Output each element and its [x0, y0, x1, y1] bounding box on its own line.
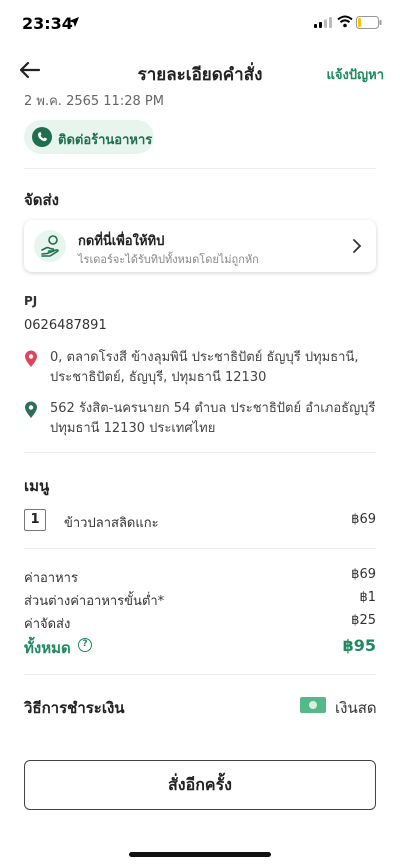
cash-icon: [300, 697, 326, 713]
order-date: 2 พ.ค. 2565 11:28 PM: [24, 94, 164, 109]
home-indicator[interactable]: [129, 852, 271, 857]
divider: [24, 452, 376, 453]
help-circle-icon[interactable]: ?: [78, 638, 92, 652]
pickup-address: 0, ตลาดโรงสี ข้างลุมพินี ประชาธิปัตย์ ธั…: [24, 348, 376, 388]
status-bar: 23:34: [0, 0, 400, 44]
tip-title: กดที่นี่เพื่อให้ทิป: [78, 234, 165, 249]
payment-method-label: วิธีการชำระเงิน: [24, 699, 125, 717]
min-order-diff-value: ฿1: [359, 590, 376, 605]
tip-subtitle: ไรเดอร์จะได้รับทิปทั้งหมดโดยไม่ถูกหัก: [78, 253, 259, 266]
phone-icon: [32, 127, 52, 147]
tip-hand-coin-icon: [34, 230, 66, 262]
dropoff-address-line1: 562 รังสิต-นครนายก 54 ตำบล ประชาธิปัตย์ …: [50, 401, 376, 416]
battery-icon: [356, 16, 382, 29]
reorder-button[interactable]: สั่งอีกครั้ง: [24, 760, 376, 810]
delivery-section-title: จัดส่ง: [24, 191, 60, 209]
status-time: 23:34: [22, 14, 73, 33]
report-problem-link[interactable]: แจ้งปัญหา: [326, 64, 384, 85]
food-cost-label: ค่าอาหาร: [24, 571, 78, 586]
dropoff-pin-icon: [25, 401, 37, 418]
delivery-fee-value: ฿25: [351, 613, 376, 628]
location-arrow-icon: [69, 17, 79, 27]
item-price: ฿69: [351, 512, 376, 527]
min-order-diff-row: ส่วนต่างค่าอาหารขั้นต่ำ* ฿1: [24, 590, 376, 610]
payment-method-value: เงินสด: [335, 699, 377, 717]
food-cost-value: ฿69: [351, 567, 376, 582]
divider: [24, 674, 376, 675]
divider: [24, 168, 376, 169]
wifi-icon: [337, 15, 353, 28]
dropoff-address-line2: ปทุมธานี 12130 ประเทศไทย: [50, 421, 216, 436]
dropoff-address: 562 รังสิต-นครนายก 54 ตำบล ประชาธิปัตย์ …: [24, 399, 376, 439]
menu-section-title: เมนู: [24, 477, 50, 495]
delivery-fee-row: ค่าจัดส่ง ฿25: [24, 613, 376, 633]
item-name: ข้าวปลาสลิดแกะ: [64, 516, 159, 531]
chevron-right-icon: [353, 239, 362, 253]
customer-name: PJ: [24, 294, 38, 308]
pickup-address-line2: ประชาธิปัตย์, ธัญบุรี, ปทุมธานี 12130: [50, 370, 267, 385]
contact-restaurant-label: ติดต่อร้านอาหาร: [58, 133, 153, 148]
total-value: ฿95: [342, 636, 376, 655]
top-nav: รายละเอียดคำสั่ง แจ้งปัญหา: [0, 52, 400, 92]
item-quantity: 1: [24, 509, 46, 531]
tip-rider-card[interactable]: กดที่นี่เพื่อให้ทิป ไรเดอร์จะได้รับทิปทั…: [24, 220, 376, 272]
divider: [24, 548, 376, 549]
contact-restaurant-button[interactable]: ติดต่อร้านอาหาร: [24, 120, 154, 154]
pickup-address-line1: 0, ตลาดโรงสี ข้างลุมพินี ประชาธิปัตย์ ธั…: [50, 350, 359, 365]
cellular-signal-icon: [314, 17, 332, 28]
total-label: ทั้งหมด: [24, 639, 71, 657]
total-row: ทั้งหมด ? ฿95: [24, 636, 376, 660]
food-cost-row: ค่าอาหาร ฿69: [24, 567, 376, 587]
customer-phone: 0626487891: [24, 318, 107, 333]
min-order-diff-label: ส่วนต่างค่าอาหารขั้นต่ำ*: [24, 594, 165, 609]
pickup-pin-icon: [25, 350, 37, 367]
delivery-fee-label: ค่าจัดส่ง: [24, 617, 71, 632]
list-item: 1 ข้าวปลาสลิดแกะ ฿69: [24, 509, 376, 533]
